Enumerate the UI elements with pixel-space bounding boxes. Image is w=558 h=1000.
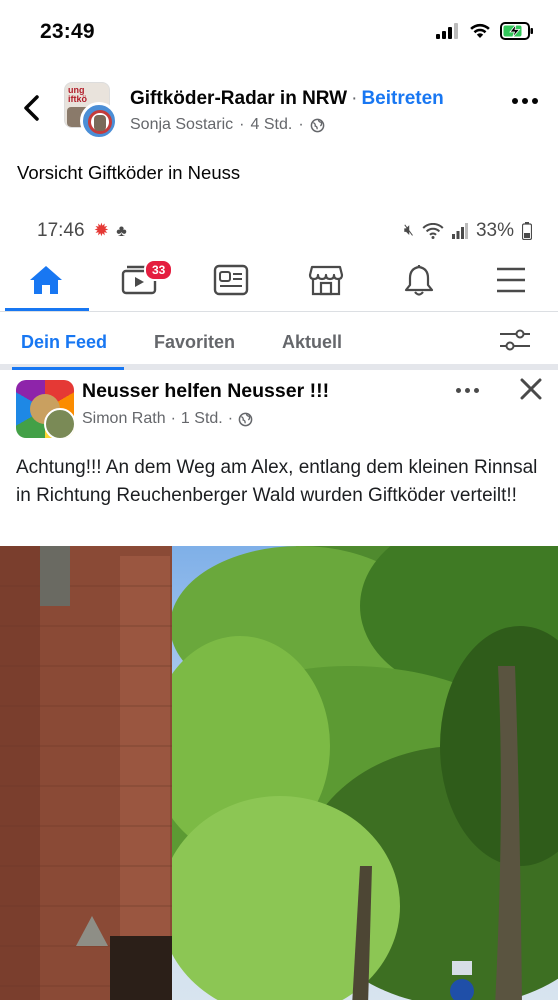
embedded-status-time: 17:46 ✹ ♣ — [37, 220, 127, 242]
photo-scene — [0, 546, 558, 1000]
post-meta: Simon Rath · 1 Std. · — [82, 410, 253, 428]
active-tab-indicator — [5, 308, 89, 311]
close-icon[interactable] — [518, 376, 544, 402]
home-icon — [30, 266, 62, 294]
separator-dot: · — [170, 410, 176, 427]
separator-dot: · — [227, 410, 234, 427]
post-group-name[interactable]: Neusser helfen Neusser !!! — [82, 380, 329, 403]
more-options-icon[interactable] — [512, 98, 538, 104]
battery-charging-icon — [500, 22, 533, 40]
post-photo[interactable] — [0, 546, 558, 1000]
post-more-icon[interactable] — [456, 388, 479, 393]
wifi-icon — [422, 223, 444, 239]
nav-notifications[interactable] — [374, 250, 464, 310]
menu-icon — [497, 267, 525, 293]
status-bar: 23:49 — [0, 0, 558, 66]
nav-news[interactable] — [186, 250, 276, 310]
tab-dein-feed[interactable]: Dein Feed — [21, 332, 107, 353]
mute-icon: 🔇︎ — [403, 222, 414, 239]
signal-icon — [451, 223, 468, 239]
separator-dot: · — [239, 116, 245, 133]
author-avatar — [44, 408, 74, 438]
group-name[interactable]: Giftköder-Radar in NRW — [130, 88, 347, 109]
group-header: ung iftkö Giftköder-Radar in NRW · Beitrete… — [0, 76, 558, 140]
globe-icon — [310, 118, 324, 132]
status-time: 23:49 — [40, 20, 95, 43]
nav-menu[interactable] — [466, 250, 556, 310]
wifi-icon — [470, 23, 490, 38]
separator-dot: · — [351, 88, 358, 109]
join-button[interactable]: Beitreten — [361, 88, 443, 109]
embedded-status-icons: 🔇︎ 33% — [404, 220, 532, 242]
battery-percent: 33% — [475, 220, 514, 241]
author-avatar — [80, 102, 118, 140]
sun-icon: ✹ — [93, 220, 109, 240]
news-icon — [213, 264, 249, 296]
back-icon[interactable] — [20, 94, 44, 122]
battery-icon — [522, 222, 532, 240]
post-time[interactable]: 4 Std. — [251, 116, 293, 134]
group-avatar[interactable]: ung iftkö — [62, 82, 122, 140]
facebook-top-nav: 33 — [0, 250, 558, 312]
feed-post: Neusser helfen Neusser !!! Simon Rath · … — [0, 370, 558, 1000]
nav-marketplace[interactable] — [281, 250, 371, 310]
group-title-line: Giftköder-Radar in NRW · Beitreten — [130, 88, 444, 110]
tab-favoriten[interactable]: Favoriten — [154, 332, 235, 353]
group-avatar[interactable] — [16, 380, 74, 438]
notification-icon: ♣ — [116, 223, 127, 240]
embedded-time: 17:46 — [37, 220, 85, 241]
nav-watch[interactable]: 33 — [94, 250, 184, 310]
author-name[interactable]: Sonja Sostaric — [130, 116, 233, 134]
marketplace-icon — [308, 265, 344, 296]
bell-icon — [404, 264, 434, 296]
filter-icon[interactable] — [498, 326, 532, 354]
post-text: Vorsicht Giftköder in Neuss — [17, 162, 241, 183]
post-author[interactable]: Simon Rath — [82, 410, 166, 428]
embedded-status-bar: 17:46 ✹ ♣ 🔇︎ 33% — [0, 200, 558, 250]
embedded-screenshot[interactable]: 17:46 ✹ ♣ 🔇︎ 33% 33 Dein Feed Favoriten … — [0, 200, 558, 1000]
post-time[interactable]: 1 Std. — [181, 410, 223, 428]
post-meta: Sonja Sostaric · 4 Std. · — [130, 116, 325, 134]
notification-badge: 33 — [144, 259, 174, 281]
nav-home[interactable] — [1, 250, 91, 311]
post-body-text: Achtung!!! An dem Weg am Alex, entlang d… — [16, 457, 538, 506]
globe-icon — [238, 412, 253, 426]
signal-icon — [436, 23, 458, 39]
status-icons — [436, 22, 534, 40]
group-avatar-text: ung iftkö — [68, 85, 87, 104]
tab-aktuell[interactable]: Aktuell — [282, 332, 342, 353]
separator-dot: · — [298, 116, 304, 133]
feed-tabs: Dein Feed Favoriten Aktuell — [0, 312, 558, 370]
